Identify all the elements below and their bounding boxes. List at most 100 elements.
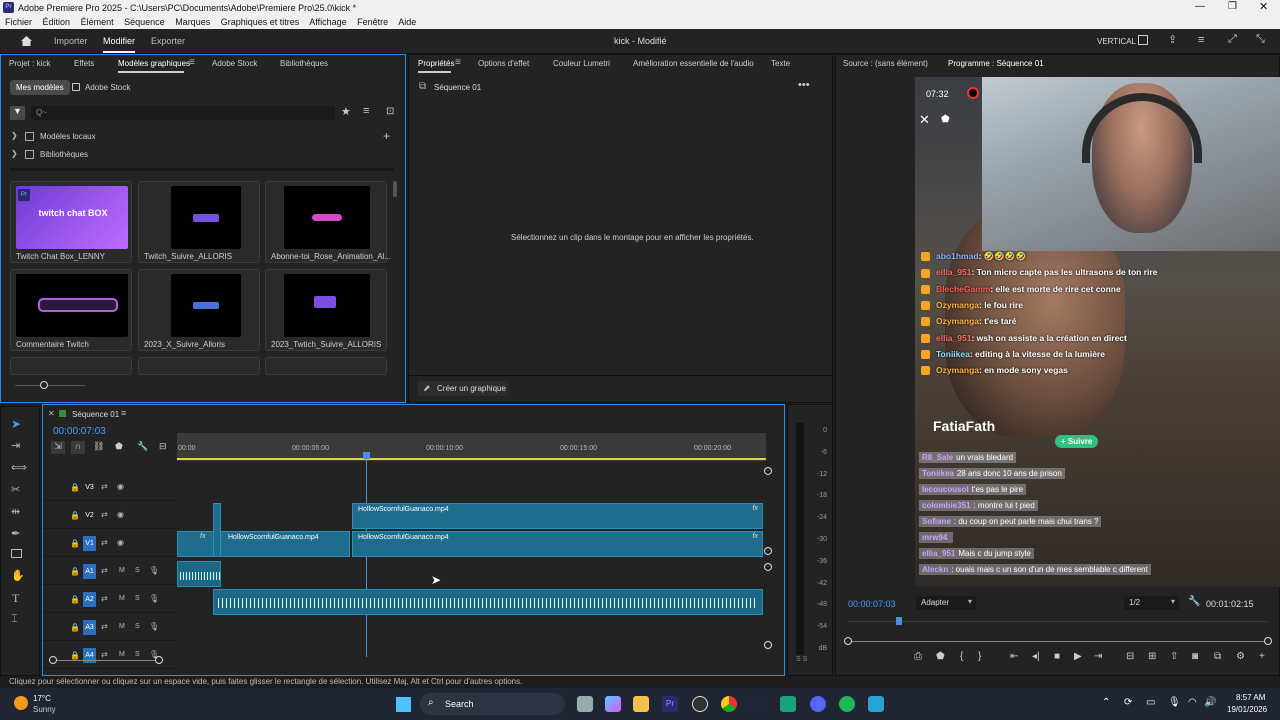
solo-button[interactable]: S bbox=[135, 651, 140, 658]
template-card[interactable]: Twitch_Suivre_ALLORIS bbox=[138, 181, 260, 263]
work-area-bar[interactable] bbox=[177, 458, 766, 460]
chevron-right-icon[interactable]: ❯ bbox=[11, 131, 18, 140]
filter-icon[interactable]: ▼ bbox=[10, 106, 25, 120]
timeline-timecode[interactable]: 00:00:07:03 bbox=[53, 426, 106, 437]
timeline-hscroll[interactable] bbox=[53, 660, 159, 661]
track-id[interactable]: A2 bbox=[83, 592, 96, 607]
tab-adobe-stock[interactable]: Adobe Stock bbox=[212, 59, 257, 68]
search-input[interactable]: Q~ bbox=[31, 106, 335, 120]
video-preview[interactable]: 07:32 ✕ ⬟ abo1hmad: 🤣🤣🤣🤣 ellia_951: Ton m… bbox=[915, 77, 1280, 587]
sync-lock-icon[interactable]: ⇄ bbox=[101, 538, 108, 547]
eye-icon[interactable]: ◉ bbox=[117, 482, 124, 491]
discord-icon[interactable] bbox=[810, 696, 826, 712]
template-card[interactable]: Commentaire Twitch bbox=[10, 269, 132, 351]
more-options-icon[interactable]: ••• bbox=[798, 79, 810, 91]
pen-tool-icon[interactable]: ✒ bbox=[11, 527, 20, 540]
add-button-icon[interactable]: + bbox=[1259, 651, 1265, 662]
sync-lock-icon[interactable]: ⇄ bbox=[101, 510, 108, 519]
hscroll-right-handle[interactable] bbox=[155, 656, 163, 664]
tab-program[interactable]: Programme : Séquence 01 bbox=[948, 59, 1044, 68]
program-timecode[interactable]: 00:00:07:03 bbox=[848, 599, 896, 609]
tree-local-templates[interactable]: Modèles locaux bbox=[40, 132, 96, 141]
program-scrubber[interactable] bbox=[848, 621, 1268, 622]
battery-icon[interactable]: ▭ bbox=[1146, 697, 1155, 708]
menu-fenetre[interactable]: Fenêtre bbox=[357, 17, 388, 27]
mic-icon[interactable]: 🎙 bbox=[149, 566, 159, 575]
solo-button[interactable]: S bbox=[135, 567, 140, 574]
chevron-right-icon[interactable]: ❯ bbox=[11, 149, 18, 158]
tab-libraries[interactable]: Bibliothèques bbox=[280, 59, 328, 68]
subtab-my-templates[interactable]: Mes modèles bbox=[10, 80, 70, 95]
timeline-sequence-tab[interactable]: Séquence 01 bbox=[72, 410, 119, 419]
linked-selection-icon[interactable]: ⛓ bbox=[93, 441, 104, 452]
menu-edition[interactable]: Édition bbox=[43, 17, 71, 27]
app-icon[interactable] bbox=[780, 696, 796, 712]
vscroll-handle[interactable] bbox=[764, 547, 772, 555]
panel-menu-icon[interactable]: ≡ bbox=[455, 57, 461, 68]
settings-icon[interactable]: ⚙ bbox=[1236, 651, 1245, 662]
taskbar-search[interactable]: ⌕ Search bbox=[420, 693, 565, 715]
app-icon[interactable] bbox=[692, 696, 708, 712]
minimize-icon[interactable]: — bbox=[1195, 1, 1205, 12]
tab-importer[interactable]: Importer bbox=[54, 36, 88, 46]
tab-exporter[interactable]: Exporter bbox=[151, 36, 185, 46]
lock-icon[interactable]: 🔒 bbox=[70, 539, 80, 548]
sync-lock-icon[interactable]: ⇄ bbox=[101, 622, 108, 631]
zoom-slider[interactable] bbox=[15, 385, 85, 386]
track-select-icon[interactable]: ⇥ bbox=[11, 439, 20, 452]
tab-essential-audio[interactable]: Amélioration essentielle de l'audio bbox=[633, 59, 754, 68]
mute-button[interactable]: M bbox=[119, 595, 125, 602]
track-id[interactable]: V3 bbox=[83, 480, 96, 495]
lift-icon[interactable]: ⇧ bbox=[1170, 651, 1178, 662]
template-card[interactable]: 2023_Twtich_Suivre_ALLORIS bbox=[265, 269, 387, 351]
template-card[interactable]: Abonne-toi_Rose_Animation_Al... bbox=[265, 181, 391, 263]
go-to-in-icon[interactable]: ⇤ bbox=[1010, 651, 1018, 662]
menu-graphiques[interactable]: Graphiques et titres bbox=[221, 17, 300, 27]
mute-button[interactable]: M bbox=[119, 651, 125, 658]
zoom-bar-right-handle[interactable] bbox=[1264, 637, 1272, 645]
compare-icon[interactable]: ⧉ bbox=[1214, 651, 1221, 662]
export-frame-icon[interactable]: ⎙ bbox=[914, 651, 922, 662]
collapse-icon[interactable]: ⤡ bbox=[1256, 33, 1265, 46]
quality-dropdown[interactable]: 1/2 ▾ bbox=[1124, 596, 1179, 610]
sync-lock-icon[interactable]: ⇄ bbox=[101, 566, 108, 575]
caption-tool-icon[interactable]: ⌶ bbox=[11, 613, 18, 626]
eye-icon[interactable]: ◉ bbox=[117, 538, 124, 547]
clock-date[interactable]: 19/01/2026 bbox=[1227, 705, 1267, 714]
lock-icon[interactable]: 🔒 bbox=[70, 511, 80, 520]
volume-icon[interactable]: 🔊 bbox=[1204, 697, 1216, 708]
home-icon[interactable] bbox=[20, 35, 33, 47]
wifi-icon[interactable]: ◠ bbox=[1188, 697, 1197, 708]
solo-button[interactable]: S bbox=[135, 595, 140, 602]
audio-clip[interactable] bbox=[213, 589, 763, 615]
add-marker-icon[interactable]: ⬟ bbox=[115, 441, 123, 452]
mute-button[interactable]: M bbox=[119, 623, 125, 630]
stop-icon[interactable]: ■ bbox=[1054, 651, 1060, 662]
steam-icon[interactable] bbox=[750, 696, 766, 712]
expand-icon[interactable]: ⤢ bbox=[1228, 33, 1237, 46]
vscroll-handle[interactable] bbox=[764, 641, 772, 649]
spotify-icon[interactable] bbox=[839, 696, 855, 712]
mark-out-icon[interactable]: } bbox=[978, 651, 981, 662]
zoom-bar[interactable] bbox=[848, 641, 1268, 642]
selection-tool-icon[interactable]: ➤ bbox=[11, 417, 21, 431]
video-clip[interactable]: HollowScornfulGuanaco.mp4 fx bbox=[352, 531, 763, 557]
scrollbar[interactable] bbox=[393, 181, 397, 197]
program-playhead[interactable] bbox=[896, 617, 902, 625]
follow-button[interactable]: + Suivre bbox=[1055, 435, 1099, 448]
solo-button[interactable]: S bbox=[135, 623, 140, 630]
mark-in-icon[interactable]: { bbox=[960, 651, 963, 662]
menu-fichier[interactable]: Fichier bbox=[5, 17, 32, 27]
star-icon[interactable]: ★ bbox=[341, 105, 351, 118]
tab-modifier[interactable]: Modifier bbox=[103, 36, 135, 46]
vscroll-handle[interactable] bbox=[764, 467, 772, 475]
subtab-adobe-stock[interactable]: Adobe Stock bbox=[85, 83, 130, 92]
tab-effect-options[interactable]: Options d'effet bbox=[478, 59, 529, 68]
menu-marques[interactable]: Marques bbox=[175, 17, 210, 27]
tab-text[interactable]: Texte bbox=[771, 59, 790, 68]
new-folder-icon[interactable]: ⊡ bbox=[386, 106, 394, 117]
sync-lock-icon[interactable]: ⇄ bbox=[101, 650, 108, 659]
timeline-ruler[interactable]: 00:00 00:00:05:00 00:00:10:00 00:00:15:0… bbox=[177, 433, 766, 461]
wrench-icon[interactable]: 🔧 bbox=[1188, 596, 1200, 607]
nest-icon[interactable]: ⇲ bbox=[51, 441, 65, 454]
